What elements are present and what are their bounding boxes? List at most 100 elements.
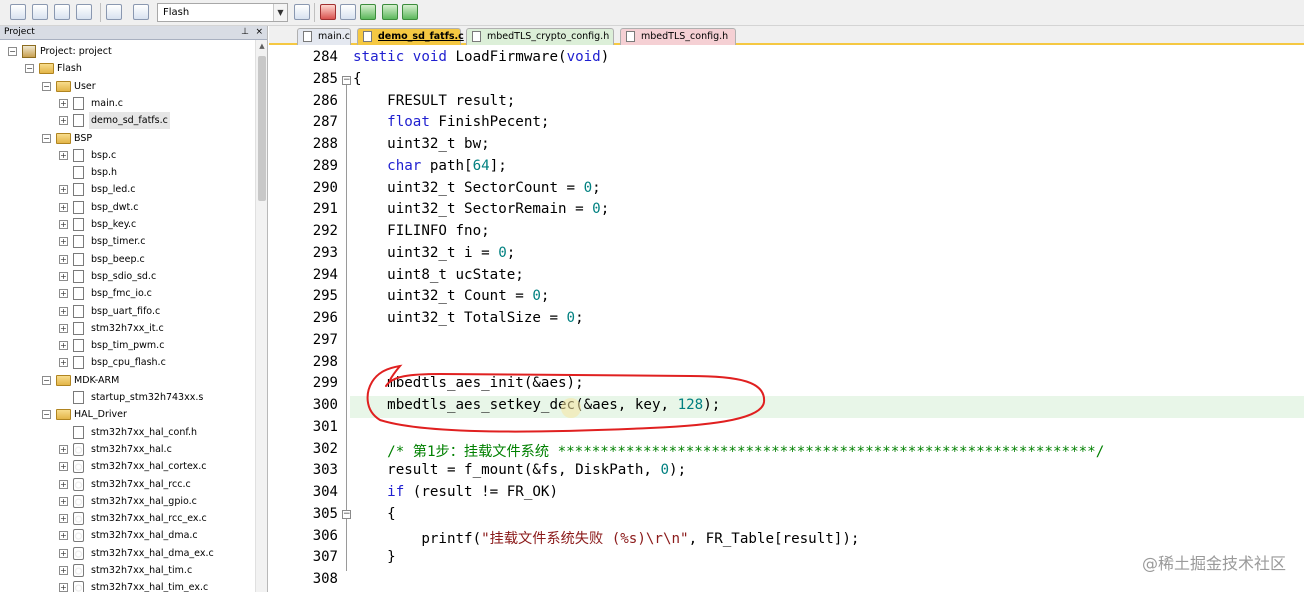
code-line[interactable]: uint32_t i = 0; [353,245,515,261]
expand-icon[interactable]: + [59,479,68,489]
code-line[interactable]: char path[64]; [353,158,507,174]
scroll-up-icon[interactable]: ▲ [256,40,267,52]
expand-icon[interactable]: + [59,531,68,541]
code-line[interactable]: FILINFO fno; [353,223,490,239]
tree-file[interactable]: + bsp_sdio_sd.c [0,268,256,285]
code-line[interactable]: uint8_t ucState; [353,267,524,283]
expand-icon[interactable]: + [59,306,68,316]
expand-icon[interactable]: + [59,220,68,229]
expand-icon[interactable]: + [59,116,68,126]
pack-installer-icon[interactable] [360,4,376,20]
tab-main-c[interactable]: main.c [297,28,351,45]
code-line[interactable]: result = f_mount(&fs, DiskPath, 0); [353,462,686,478]
stop-build-icon[interactable] [106,4,122,20]
expand-icon[interactable]: + [59,566,68,575]
expand-icon[interactable]: + [59,358,68,368]
expand-icon[interactable]: + [59,514,68,524]
tree-project-root[interactable]: − Project: project [0,43,256,60]
tree-file[interactable]: + stm32h7xx_hal_rcc.c [0,476,256,493]
tree-file[interactable]: + bsp_cpu_flash.c [0,354,256,371]
code-line[interactable]: uint32_t bw; [353,136,490,152]
tree-file[interactable]: + bsp_fmc_io.c [0,285,256,302]
expand-icon[interactable]: + [59,150,68,160]
tree-file[interactable]: + bsp_led.c [0,181,256,198]
collapse-icon[interactable]: − [25,64,34,74]
code-line[interactable]: mbedtls_aes_init(&aes); [353,375,583,391]
expand-icon[interactable]: + [59,444,68,454]
tree-file[interactable]: + stm32h7xx_it.c [0,320,256,337]
tree-file[interactable]: + bsp_uart_fifo.c [0,303,256,320]
code-line[interactable]: if (result != FR_OK) [353,484,558,500]
collapse-icon[interactable]: − [42,81,51,91]
tree-file[interactable]: + stm32h7xx_hal.c [0,441,256,458]
code-line[interactable]: uint32_t SectorRemain = 0; [353,201,609,217]
tree-file[interactable]: + main.c [0,95,256,112]
manage-rte-icon[interactable] [402,4,418,20]
expand-icon[interactable]: + [59,462,68,472]
manage-project-icon[interactable] [320,4,336,20]
expand-icon[interactable]: + [59,323,68,333]
code-line[interactable]: float FinishPecent; [353,114,549,130]
tree-file[interactable]: + bsp_dwt.c [0,199,256,216]
expand-icon[interactable]: + [59,289,68,299]
code-line[interactable]: { [353,71,362,87]
tree-file[interactable]: bsp.h [0,164,256,181]
tab-demo-sd-fatfs-c[interactable]: demo_sd_fatfs.c [357,28,464,45]
file-extensions-icon[interactable] [340,4,356,20]
tree-file[interactable]: + bsp.c [0,147,256,164]
tree-file[interactable]: + bsp_beep.c [0,251,256,268]
expand-icon[interactable]: + [59,185,68,195]
code-line[interactable]: uint32_t TotalSize = 0; [353,310,583,326]
expand-icon[interactable]: + [59,496,68,506]
expand-icon[interactable]: + [59,202,68,212]
collapse-icon[interactable]: − [42,410,51,420]
target-select[interactable]: Flash ▼ [157,3,288,22]
expand-icon[interactable]: + [59,271,68,281]
code-line[interactable]: FRESULT result; [353,93,515,109]
pin-icon[interactable]: ⊥ [241,26,249,39]
tree-group[interactable]: − MDK-ARM [0,372,256,389]
code-line[interactable]: uint32_t SectorCount = 0; [353,180,601,196]
tab-mbedtls-crypto-config-h[interactable]: mbedTLS_crypto_config.h [466,28,614,45]
batch-build-icon[interactable] [76,4,92,20]
tree-file[interactable]: + stm32h7xx_hal_tim.c [0,562,256,579]
code-line[interactable]: static void LoadFirmware(void) [353,49,609,65]
tree-file[interactable]: + stm32h7xx_hal_rcc_ex.c [0,510,256,527]
tree-file[interactable]: startup_stm32h743xx.s [0,389,256,406]
code-line[interactable]: } [353,549,396,565]
expand-icon[interactable]: + [59,583,68,592]
fold-collapse-icon[interactable]: − [342,76,351,85]
translate-icon[interactable] [10,4,26,20]
rebuild-icon[interactable] [54,4,70,20]
tree-group[interactable]: − User [0,78,256,95]
tree-file[interactable]: + demo_sd_fatfs.c [0,112,256,130]
tree-file[interactable]: stm32h7xx_hal_conf.h [0,424,256,441]
code-line[interactable]: uint32_t Count = 0; [353,288,549,304]
tree-group[interactable]: − BSP [0,130,256,147]
expand-icon[interactable]: + [59,98,68,108]
code-line[interactable]: /* 第1步：挂载文件系统 **************************… [353,441,1104,461]
tree-file[interactable]: + stm32h7xx_hal_cortex.c [0,458,256,475]
code-line[interactable]: { [353,506,396,522]
tree-file[interactable]: + stm32h7xx_hal_dma_ex.c [0,545,256,562]
tab-mbedtls-config-h[interactable]: mbedTLS_config.h [620,28,736,45]
collapse-icon[interactable]: − [42,375,51,385]
code-line[interactable]: printf("挂载文件系统失败 (%s)\r\n", FR_Table[res… [353,528,859,548]
tree-group[interactable]: − HAL_Driver [0,406,256,423]
expand-icon[interactable]: + [59,341,68,351]
tree-file[interactable]: + bsp_key.c [0,216,256,233]
tree-file[interactable]: + stm32h7xx_hal_dma.c [0,527,256,544]
fold-collapse-icon[interactable]: − [342,510,351,519]
expand-icon[interactable]: + [59,237,68,247]
collapse-icon[interactable]: − [42,133,51,143]
tree-file[interactable]: + stm32h7xx_hal_gpio.c [0,493,256,510]
close-icon[interactable]: × [255,26,263,39]
expand-icon[interactable]: + [59,548,68,558]
project-scrollbar[interactable]: ▲ [255,40,267,592]
collapse-icon[interactable]: − [8,47,17,56]
build-icon[interactable] [32,4,48,20]
tree-file[interactable]: + bsp_timer.c [0,233,256,250]
target-options-icon[interactable] [294,4,310,20]
tree-file[interactable]: + bsp_tim_pwm.c [0,337,256,354]
scrollbar-thumb[interactable] [258,56,266,201]
